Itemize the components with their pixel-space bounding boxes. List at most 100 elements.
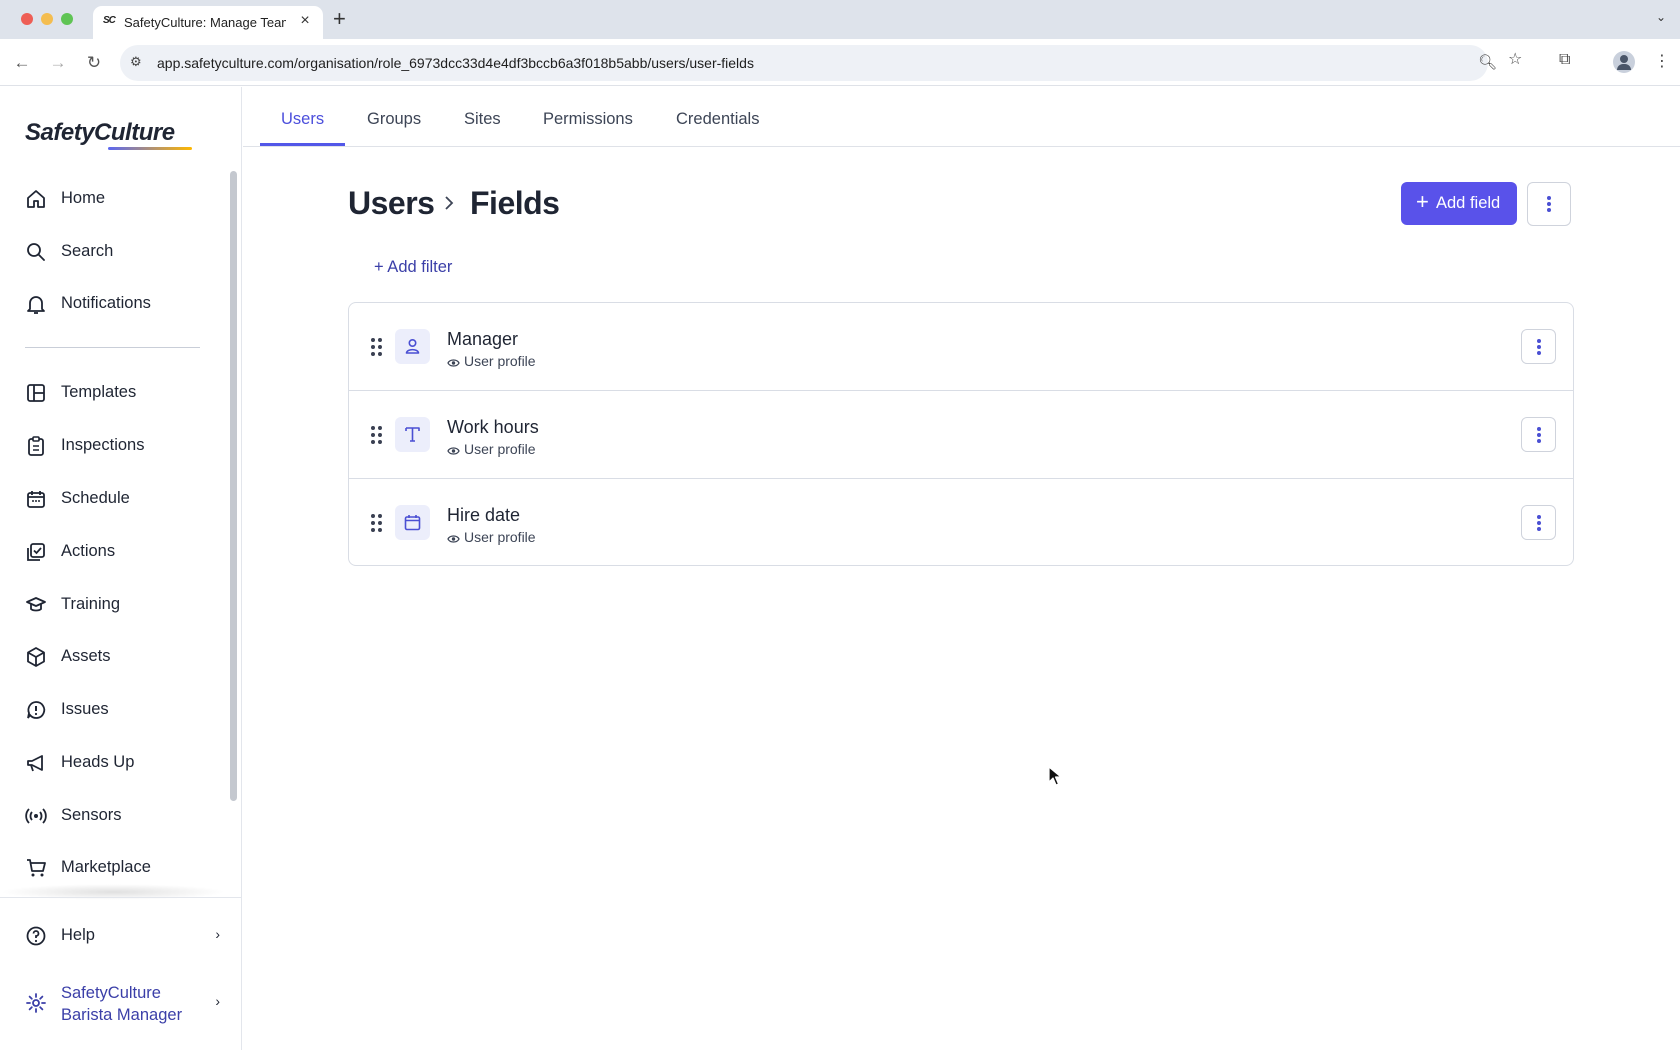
- calendar-icon: [27, 491, 45, 508]
- sidebar-item-training[interactable]: Training: [0, 584, 226, 624]
- tab-permissions[interactable]: Permissions: [543, 110, 633, 129]
- field-visibility-label: User profile: [464, 353, 536, 369]
- person-icon: [395, 329, 430, 364]
- kebab-icon: [1536, 426, 1541, 443]
- sidebar-item-inspections[interactable]: Inspections: [0, 425, 226, 465]
- field-visibility-label: User profile: [464, 441, 536, 457]
- page-title: Fields: [470, 185, 560, 221]
- sidebar-item-label: Help: [61, 926, 95, 944]
- add-field-button[interactable]: + Add field: [1401, 182, 1517, 225]
- address-bar[interactable]: ⚙ app.safetyculture.com/organisation/rol…: [120, 45, 1497, 81]
- window-zoom-button[interactable]: [61, 13, 73, 25]
- sidebar-item-assets[interactable]: Assets: [0, 636, 226, 676]
- tab-users[interactable]: Users: [281, 110, 324, 129]
- drag-handle-icon[interactable]: [371, 426, 383, 444]
- add-filter-button[interactable]: + Add filter: [374, 258, 452, 277]
- field-row-work-hours[interactable]: Work hours User profile: [349, 391, 1573, 479]
- zoom-icon[interactable]: 🔍︎: [1478, 53, 1497, 71]
- drag-handle-icon[interactable]: [371, 514, 383, 532]
- kebab-icon: [1536, 338, 1541, 355]
- bell-icon: [27, 296, 45, 314]
- chevron-right-icon: [445, 196, 454, 210]
- extensions-icon[interactable]: ⧉: [1559, 51, 1570, 69]
- breadcrumb-users[interactable]: Users: [348, 185, 435, 222]
- window-minimize-button[interactable]: [41, 13, 53, 25]
- sidebar-item-label: Inspections: [61, 436, 145, 454]
- sidebar-item-label: Heads Up: [61, 753, 135, 771]
- browser-tab-bar: SC SafetyCulture: Manage Teams × + ⌄: [0, 0, 1680, 39]
- close-tab-icon[interactable]: ×: [295, 12, 315, 30]
- clipboard-icon: [28, 436, 44, 456]
- browser-menu-icon[interactable]: ⋮: [1654, 51, 1670, 71]
- browser-tab-title: SafetyCulture: Manage Teams: [124, 15, 286, 30]
- new-tab-button[interactable]: +: [333, 6, 346, 32]
- field-name: Hire date: [447, 505, 521, 525]
- address-url[interactable]: app.safetyculture.com/organisation/role_…: [157, 55, 754, 71]
- field-more-button[interactable]: [1521, 329, 1556, 364]
- window-close-button[interactable]: [21, 13, 33, 25]
- sidebar-item-label: Notifications: [61, 294, 151, 312]
- bookmark-star-icon[interactable]: ☆: [1508, 49, 1522, 69]
- megaphone-icon: [27, 755, 43, 772]
- sidebar-item-heads-up[interactable]: Heads Up: [0, 742, 226, 782]
- sidebar-item-label: Actions: [61, 542, 116, 560]
- sidebar-item-home[interactable]: Home: [0, 178, 226, 218]
- eye-icon: [447, 359, 460, 367]
- sidebar-item-label: Marketplace: [61, 858, 151, 876]
- cart-icon: [27, 859, 46, 877]
- sidebar-item-notifications[interactable]: Notifications: [0, 283, 226, 323]
- sensor-icon: [25, 808, 47, 824]
- chevron-right-icon: ›: [215, 926, 220, 942]
- calendar-icon: [395, 505, 430, 540]
- sidebar-item-templates[interactable]: Templates: [0, 372, 226, 412]
- page-tabs: Users Groups Sites Permissions Credentia…: [243, 87, 1680, 147]
- tab-groups[interactable]: Groups: [367, 110, 421, 129]
- field-visibility: User profile: [447, 441, 536, 457]
- kebab-icon: [1536, 514, 1541, 531]
- back-button[interactable]: ←: [10, 51, 34, 75]
- cube-icon: [27, 647, 45, 667]
- sidebar-item-label: Sensors: [61, 806, 122, 824]
- tab-search-chevron-icon[interactable]: ⌄: [1656, 10, 1666, 24]
- field-more-button[interactable]: [1521, 505, 1556, 540]
- site-info-icon[interactable]: ⚙: [130, 54, 142, 70]
- sidebar-item-actions[interactable]: Actions: [0, 531, 226, 571]
- reload-button[interactable]: ↻: [82, 51, 106, 75]
- tab-sites[interactable]: Sites: [464, 110, 501, 129]
- sidebar-item-search[interactable]: Search: [0, 231, 226, 271]
- sidebar-item-marketplace[interactable]: Marketplace: [0, 847, 226, 887]
- profile-avatar[interactable]: [1613, 51, 1635, 73]
- sidebar-scrollbar[interactable]: [230, 171, 237, 801]
- help-circle-icon: [26, 926, 46, 946]
- add-field-label: Add field: [1436, 194, 1501, 212]
- sidebar-item-label: Templates: [61, 383, 137, 401]
- drag-handle-icon[interactable]: [371, 338, 383, 356]
- tab-credentials[interactable]: Credentials: [676, 110, 759, 129]
- forward-button[interactable]: →: [46, 51, 70, 75]
- graduation-cap-icon: [26, 597, 46, 612]
- sidebar-item-help[interactable]: Help ›: [0, 915, 240, 955]
- eye-icon: [447, 535, 460, 543]
- field-more-button[interactable]: [1521, 417, 1556, 452]
- sidebar-item-label: Assets: [61, 647, 111, 665]
- sidebar-item-label: Home: [61, 189, 106, 207]
- browser-tab[interactable]: SC SafetyCulture: Manage Teams ×: [93, 6, 323, 39]
- gear-icon: [26, 993, 46, 1013]
- sidebar-org-settings[interactable]: SafetyCulture Barista Manager ›: [0, 977, 240, 1029]
- chevron-right-icon: ›: [215, 993, 220, 1009]
- kebab-icon: [1547, 196, 1551, 212]
- sidebar-item-sensors[interactable]: Sensors: [0, 795, 226, 835]
- sidebar-item-issues[interactable]: Issues: [0, 689, 226, 729]
- sidebar-divider: [25, 347, 200, 348]
- fields-list: Manager User profile Work hours User pro…: [348, 302, 1574, 566]
- home-icon: [27, 190, 45, 208]
- field-name: Manager: [447, 329, 519, 349]
- more-options-button[interactable]: [1527, 182, 1571, 226]
- sidebar-item-schedule[interactable]: Schedule: [0, 478, 226, 518]
- sidebar-bottom-divider: [0, 897, 241, 898]
- field-row-hire-date[interactable]: Hire date User profile: [349, 479, 1573, 565]
- sidebar: SafetyCulture Home Search Notifications …: [0, 87, 242, 1050]
- sidebar-item-label: Schedule: [61, 489, 130, 507]
- safetyculture-logo[interactable]: SafetyCulture: [25, 119, 175, 147]
- field-row-manager[interactable]: Manager User profile: [349, 303, 1573, 391]
